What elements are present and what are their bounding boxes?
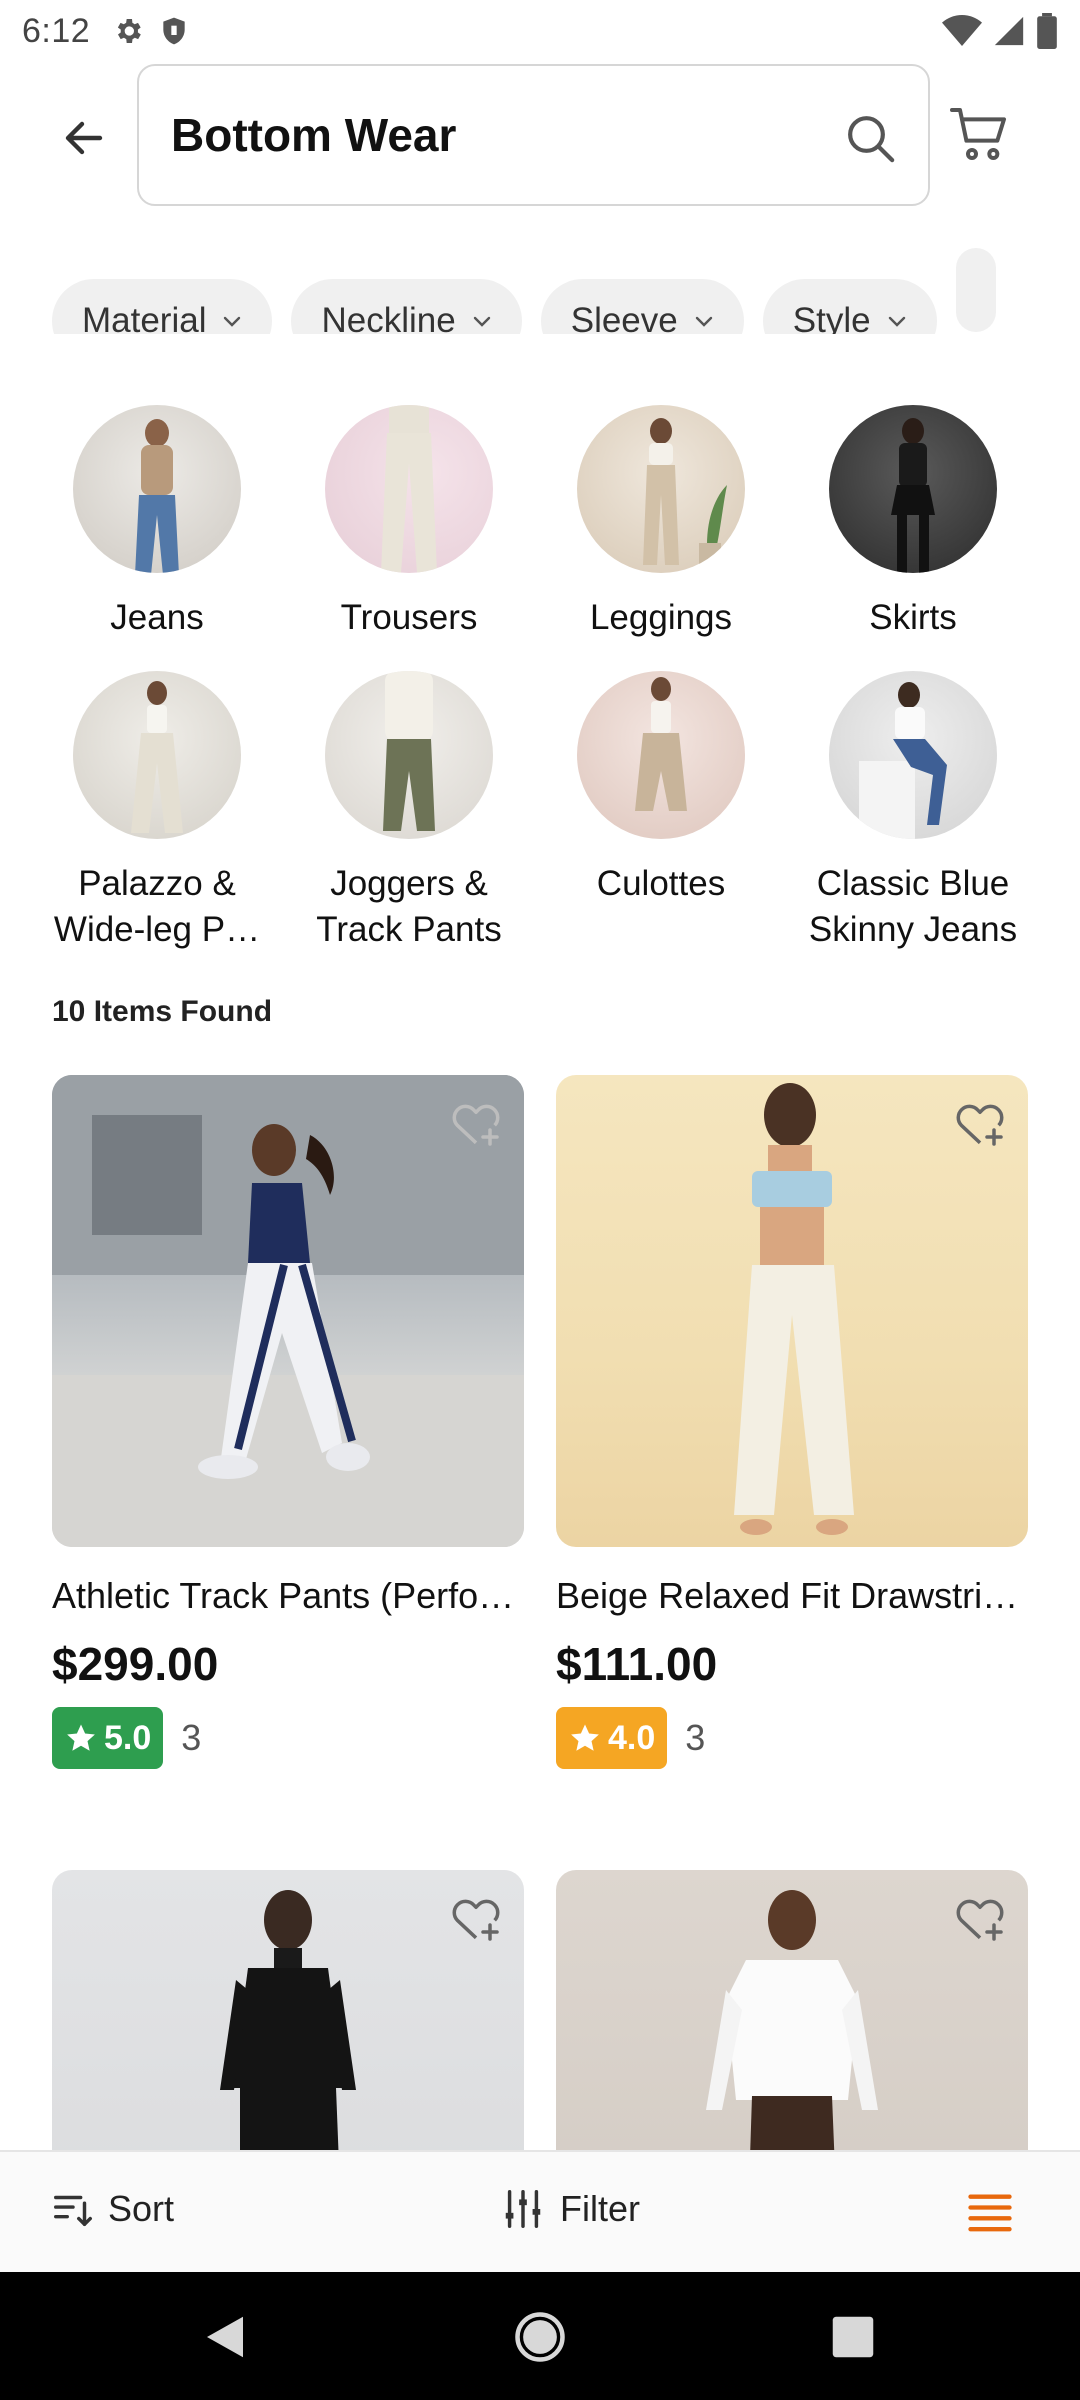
- chevron-down-icon: [224, 316, 241, 327]
- product-price: $299.00: [52, 1638, 219, 1690]
- category-label: Jeans: [110, 598, 204, 637]
- category-image: [577, 671, 745, 839]
- product-card[interactable]: Beige Relaxed Fit Drawstrin… $111.00 4.0…: [556, 1075, 1028, 1769]
- signal-icon: [994, 16, 1024, 46]
- settings-icon: [118, 19, 141, 43]
- sort-filter-bar: Sort Filter: [0, 2150, 1080, 2272]
- category-image: [73, 405, 241, 573]
- status-time: 6:12: [22, 11, 91, 50]
- category-image: [829, 405, 997, 573]
- category-label: Trousers: [340, 598, 478, 637]
- nav-back-icon[interactable]: [198, 2310, 252, 2364]
- system-nav-bar: [0, 2272, 1080, 2400]
- nav-recents-icon[interactable]: [826, 2310, 880, 2364]
- filter-label: Filter: [560, 2188, 640, 2229]
- product-image: [556, 1075, 1028, 1547]
- rating-value: 4.0: [608, 1718, 656, 1757]
- category-label: Classic Blue Skinny Jeans: [808, 864, 1018, 949]
- review-count: 3: [685, 1717, 706, 1758]
- sort-icon: [54, 2195, 92, 2227]
- rating-badge: 4.0: [556, 1707, 668, 1769]
- rating-badge: 5.0: [52, 1707, 164, 1769]
- wifi-icon: [942, 15, 982, 46]
- cart-icon: [950, 108, 1006, 160]
- filter-chip-neckline[interactable]: Neckline: [291, 279, 522, 334]
- category-leggings[interactable]: Leggings: [546, 405, 776, 641]
- status-bar: 6:12: [0, 0, 1080, 62]
- wishlist-add-icon[interactable]: [952, 1095, 1008, 1151]
- view-toggle-button[interactable]: [964, 2188, 1016, 2240]
- category-label: Skirts: [869, 598, 957, 637]
- filter-chip-more[interactable]: [955, 248, 996, 332]
- product-name: Beige Relaxed Fit Drawstrin…: [556, 1575, 1028, 1616]
- category-classic-blue-skinny-jeans[interactable]: Classic Blue Skinny Jeans: [798, 671, 1028, 953]
- back-button[interactable]: [52, 106, 116, 170]
- chip-label: Material: [82, 301, 207, 334]
- filter-sliders-icon: [505, 2190, 541, 2228]
- nav-home-icon[interactable]: [513, 2310, 567, 2364]
- rating-value: 5.0: [104, 1718, 152, 1757]
- category-label: Palazzo & Wide-leg P…: [53, 864, 261, 949]
- product-card[interactable]: Athletic Track Pants (Perfo… $299.00 5.0…: [52, 1075, 524, 1769]
- category-jeans[interactable]: Jeans: [42, 405, 272, 641]
- shield-icon: [163, 17, 185, 45]
- items-found-count: 10 Items Found: [52, 995, 273, 1028]
- search-query: Bottom Wear: [171, 109, 457, 161]
- chip-label: Neckline: [321, 301, 456, 334]
- category-palazzo[interactable]: Palazzo & Wide-leg P…: [42, 671, 272, 953]
- wishlist-add-icon[interactable]: [448, 1095, 504, 1151]
- filter-button[interactable]: Filter: [500, 2186, 640, 2232]
- cart-button[interactable]: [948, 102, 1012, 166]
- category-image: [325, 671, 493, 839]
- filter-chip-style[interactable]: Style: [762, 279, 937, 334]
- category-label: Leggings: [589, 598, 733, 637]
- category-image: [325, 405, 493, 573]
- search-header: Bottom Wear: [0, 62, 1080, 212]
- review-count: 3: [181, 1717, 202, 1758]
- category-skirts[interactable]: Skirts: [798, 405, 1028, 641]
- battery-icon: [1037, 13, 1057, 49]
- wishlist-add-icon[interactable]: [952, 1890, 1008, 1946]
- category-image: [577, 405, 745, 573]
- list-view-icon: [968, 2194, 1012, 2232]
- arrow-left-icon: [65, 121, 103, 155]
- filter-chips: Material Neckline Sleeve Style: [52, 248, 1080, 334]
- chip-label: Sleeve: [570, 301, 678, 334]
- category-image: [829, 671, 997, 839]
- search-input[interactable]: Bottom Wear: [137, 64, 930, 206]
- sort-button[interactable]: Sort: [50, 2186, 174, 2232]
- star-icon: [67, 1724, 95, 1751]
- sort-label: Sort: [108, 2188, 175, 2229]
- chevron-down-icon: [888, 316, 905, 327]
- wishlist-add-icon[interactable]: [448, 1890, 504, 1946]
- filter-chip-material[interactable]: Material: [52, 279, 273, 334]
- product-image: [52, 1075, 524, 1547]
- filter-chip-sleeve[interactable]: Sleeve: [540, 279, 744, 334]
- category-label: Joggers & Track Pants: [316, 864, 502, 949]
- chevron-down-icon: [473, 316, 490, 327]
- star-icon: [571, 1724, 599, 1751]
- search-icon[interactable]: [842, 110, 898, 166]
- chip-label: Style: [792, 301, 871, 334]
- category-trousers[interactable]: Trousers: [294, 405, 524, 641]
- product-name: Athletic Track Pants (Perfo…: [52, 1575, 515, 1616]
- chevron-down-icon: [695, 316, 712, 327]
- category-image: [73, 671, 241, 839]
- product-price: $111.00: [556, 1638, 718, 1690]
- category-culottes[interactable]: Culottes: [546, 671, 776, 907]
- category-label: Culottes: [596, 864, 726, 903]
- category-joggers[interactable]: Joggers & Track Pants: [294, 671, 524, 953]
